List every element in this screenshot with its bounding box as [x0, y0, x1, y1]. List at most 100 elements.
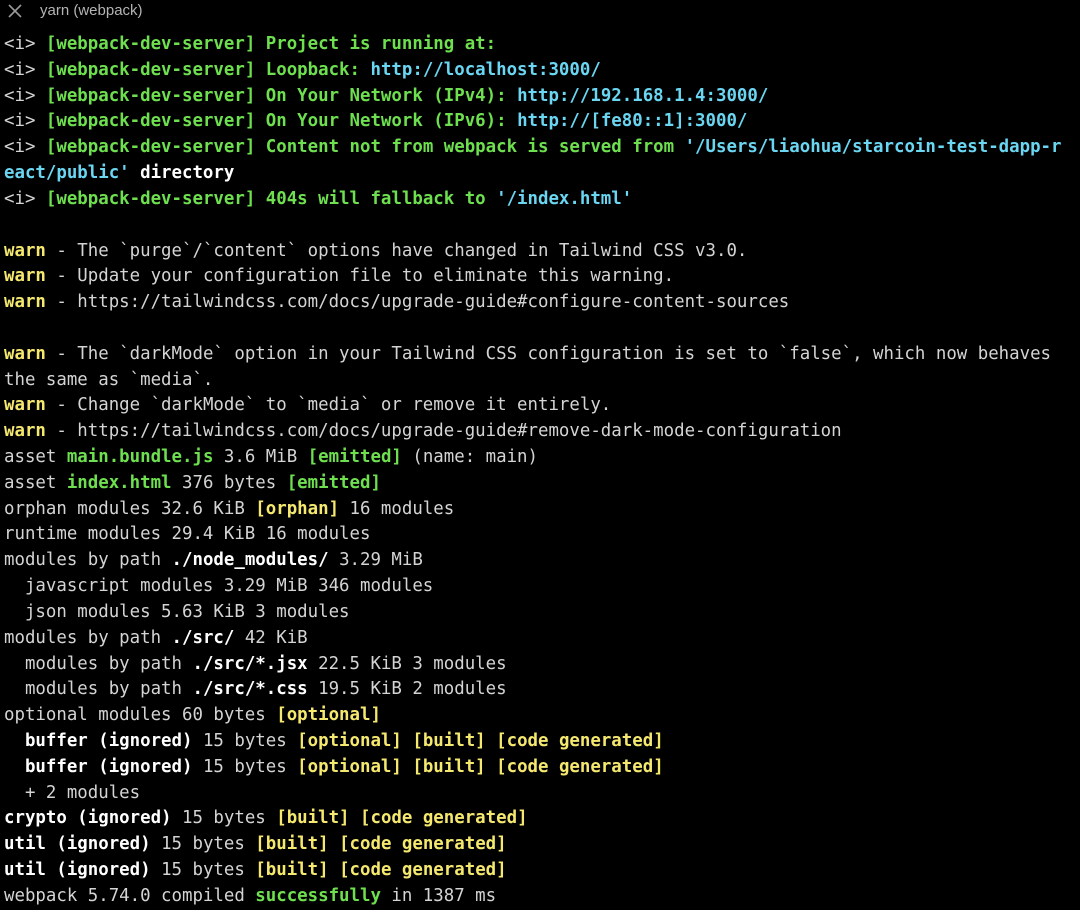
terminal-text: buffer (ignored) [4, 756, 193, 777]
terminal-text: util (ignored) [4, 834, 151, 855]
terminal-text: asset [4, 472, 67, 493]
terminal-text: - Change `darkMode` to `media` or remove… [45, 395, 612, 416]
terminal-line: <i> [webpack-dev-server] 404s will fallb… [4, 187, 1080, 213]
terminal-line: asset index.html 376 bytes [emitted] [4, 471, 1080, 497]
terminal-text: <i> [4, 85, 46, 106]
terminal-text: <i> [4, 137, 46, 158]
terminal-line: <i> [webpack-dev-server] On Your Network… [4, 84, 1080, 110]
terminal-line: the same as `media`. [4, 368, 1080, 394]
terminal-text: 15 bytes [192, 756, 298, 777]
terminal-text: [webpack-dev-server] [45, 59, 256, 80]
terminal-text: [code generated] [339, 860, 507, 880]
terminal-line: buffer (ignored) 15 bytes [optional] [bu… [4, 755, 1080, 781]
terminal-text: 15 bytes [150, 860, 256, 880]
terminal-text: - The `darkMode` option in your Tailwind… [45, 343, 1052, 364]
terminal-text: ./src/*.jsx [192, 653, 308, 674]
terminal-line: warn - Update your configuration file to… [4, 264, 1080, 290]
terminal-text: [built] [255, 860, 329, 880]
terminal-text: javascript modules 3.29 MiB 346 modules [4, 576, 434, 597]
title-bar: yarn (webpack) [0, 0, 1080, 24]
terminal-output[interactable]: <i> [webpack-dev-server] Project is runn… [4, 32, 1080, 910]
terminal-text: [built] [255, 834, 329, 855]
terminal-text: the same as `media`. [4, 369, 214, 390]
terminal-text: modules by path [4, 679, 193, 700]
terminal-text: '/Users/liaohua/starcoin-test-dapp-r [684, 137, 1062, 158]
terminal-text: eact/public' [4, 163, 130, 184]
terminal-text: - https://tailwindcss.com/docs/upgrade-g… [45, 421, 842, 442]
terminal-text: [built] [412, 756, 486, 777]
terminal-text: On Your Network (IPv6): [255, 111, 518, 132]
terminal-line: + 2 modules [4, 781, 1080, 807]
terminal-text: '/index.html' [496, 188, 633, 209]
terminal-text: On Your Network (IPv4): [255, 85, 518, 106]
terminal-text: http://localhost:3000/ [370, 59, 601, 80]
terminal-text: (name: main) [401, 447, 539, 467]
terminal-text: [orphan] [255, 498, 340, 519]
terminal-text: 15 bytes [192, 730, 298, 751]
terminal-text: 3.6 MiB [213, 447, 308, 467]
terminal-text: [code generated] [360, 808, 528, 829]
terminal-text: index.html [66, 472, 172, 493]
terminal-text: warn [4, 292, 46, 313]
terminal-text: [webpack-dev-server] [45, 34, 256, 54]
terminal-text: ./src/*.css [192, 679, 308, 700]
terminal-text: modules by path [4, 653, 193, 674]
terminal-line: <i> [webpack-dev-server] Content not fro… [4, 135, 1080, 161]
terminal-text: [optional] [276, 705, 381, 726]
terminal-text: 19.5 KiB 2 modules [307, 679, 507, 700]
terminal-line: modules by path ./src/*.jsx 22.5 KiB 3 m… [4, 652, 1080, 678]
terminal-text: 3.29 MiB [328, 550, 423, 571]
terminal-text: [optional] [297, 730, 402, 751]
terminal-text: webpack 5.74.0 compiled [4, 885, 256, 906]
terminal-text: ./node_modules/ [171, 550, 329, 571]
terminal-line: util (ignored) 15 bytes [built] [code ge… [4, 858, 1080, 884]
terminal-text: <i> [4, 188, 46, 209]
terminal-text: [built] [276, 808, 350, 829]
terminal-text: orphan modules 32.6 KiB [4, 498, 256, 519]
terminal-text: 376 bytes [171, 472, 287, 493]
terminal-line: warn - The `purge`/`content` options hav… [4, 239, 1080, 265]
terminal-text: crypto (ignored) [4, 808, 172, 829]
terminal-text: http://[fe80::1]:3000/ [517, 111, 748, 132]
terminal-text: warn [4, 421, 46, 442]
terminal-line: asset main.bundle.js 3.6 MiB [emitted] (… [4, 445, 1080, 471]
terminal-text: 42 KiB [234, 627, 308, 648]
terminal-text: Loopback: [255, 59, 371, 80]
terminal-text: warn [4, 343, 46, 364]
terminal-text: <i> [4, 34, 46, 54]
terminal-text: warn [4, 395, 46, 416]
terminal-line: warn - https://tailwindcss.com/docs/upgr… [4, 419, 1080, 445]
terminal-line: util (ignored) 15 bytes [built] [code ge… [4, 832, 1080, 858]
terminal-text: modules by path [4, 627, 172, 648]
terminal-text: [webpack-dev-server] [45, 85, 256, 106]
tab-title[interactable]: yarn (webpack) [40, 2, 143, 19]
terminal-text: warn [4, 266, 46, 287]
terminal-text: [code generated] [496, 730, 664, 751]
terminal-line: modules by path ./src/ 42 KiB [4, 626, 1080, 652]
terminal-text: [webpack-dev-server] [45, 188, 256, 209]
close-icon[interactable] [5, 1, 25, 21]
terminal-line: orphan modules 32.6 KiB [orphan] 16 modu… [4, 497, 1080, 523]
terminal-text: json modules 5.63 KiB 3 modules [4, 601, 350, 622]
terminal-text: 16 modules [339, 498, 455, 519]
terminal-text: main.bundle.js [66, 447, 214, 467]
terminal-line: runtime modules 29.4 KiB 16 modules [4, 522, 1080, 548]
terminal-line: webpack 5.74.0 compiled successfully in … [4, 884, 1080, 910]
terminal-text: + 2 modules [4, 782, 141, 803]
terminal-text: directory [129, 163, 235, 184]
terminal-text: - Update your configuration file to elim… [45, 266, 675, 287]
terminal-text: asset [4, 447, 67, 467]
terminal-text: in 1387 ms [380, 885, 497, 906]
terminal-line: optional modules 60 bytes [optional] [4, 703, 1080, 729]
terminal-text: util (ignored) [4, 860, 151, 880]
terminal-text: buffer (ignored) [4, 730, 193, 751]
terminal-text: modules by path [4, 550, 172, 571]
